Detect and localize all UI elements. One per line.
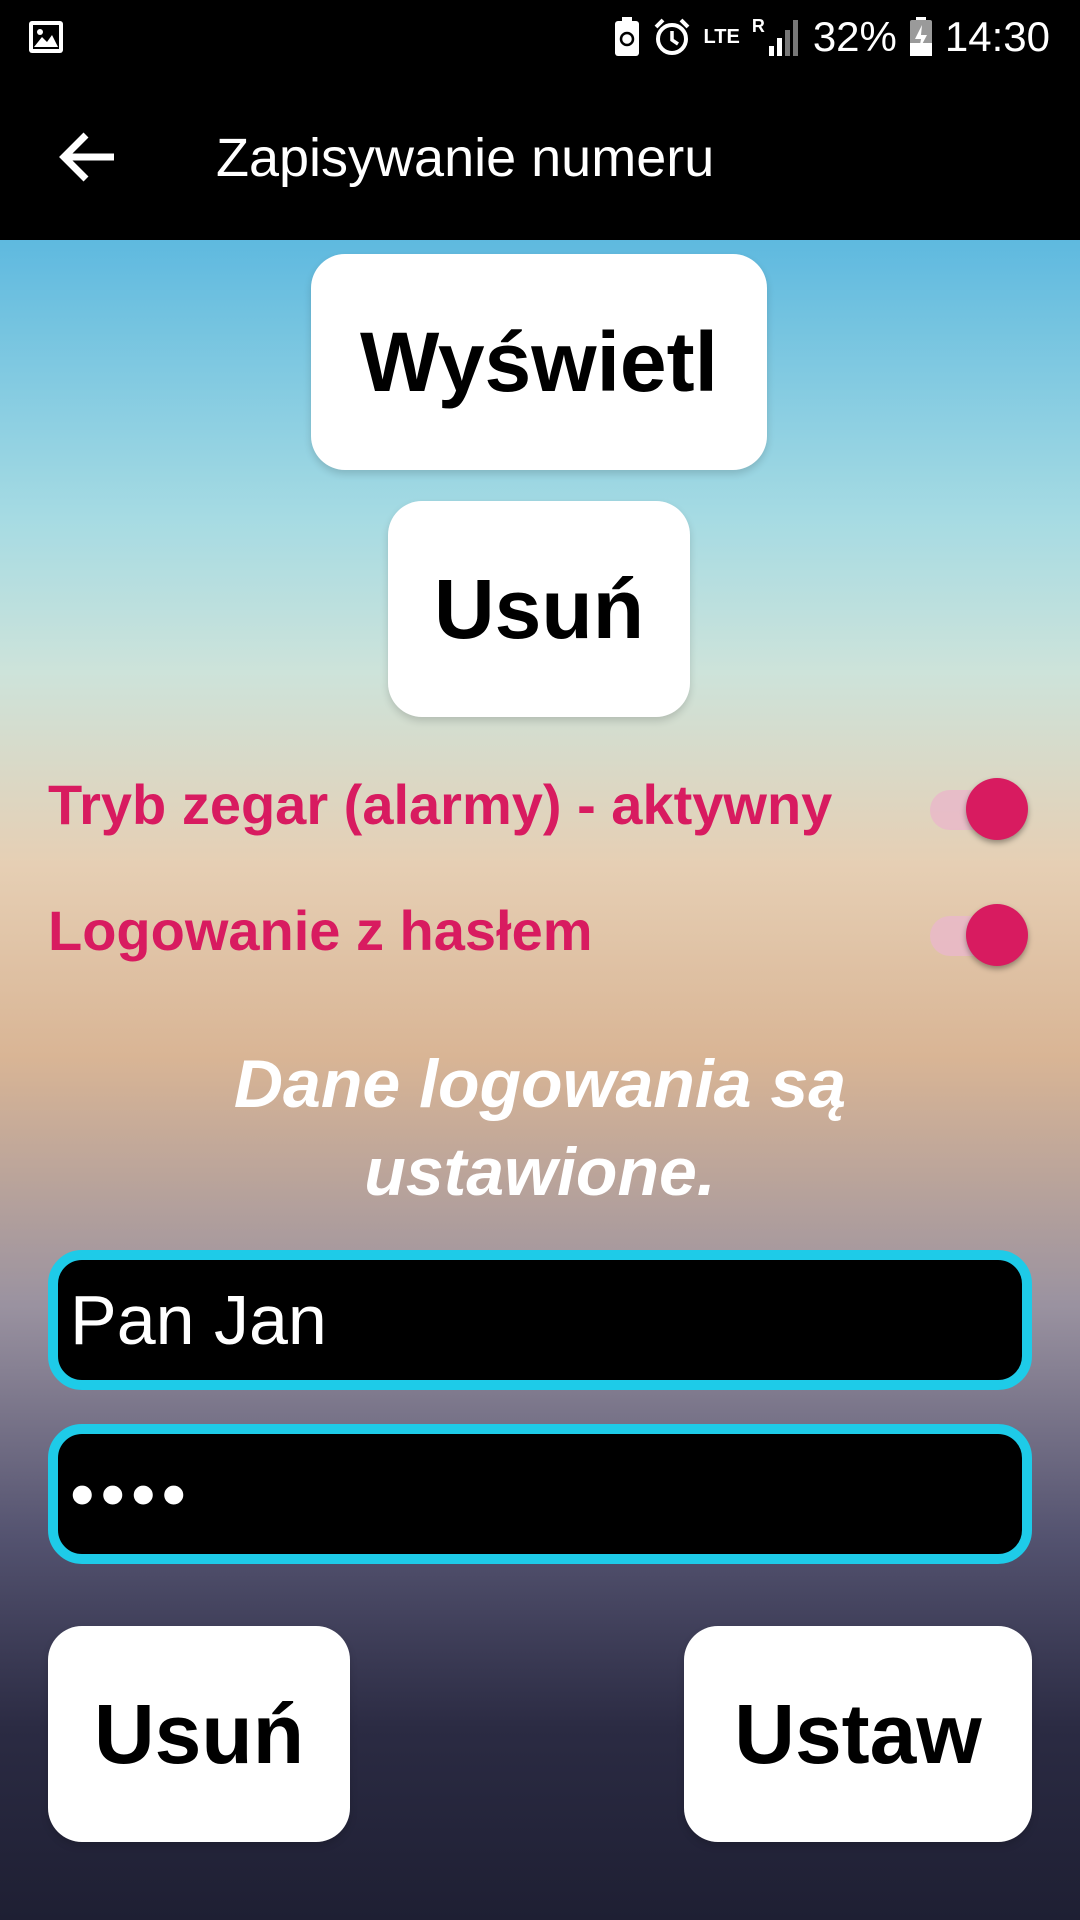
switch-thumb xyxy=(966,778,1028,840)
screen: LTE R 32% 14:30 Zapisywanie numeru Wyświ… xyxy=(0,0,1080,1920)
show-button[interactable]: Wyświetl xyxy=(311,254,767,470)
battery-percent: 32% xyxy=(812,13,897,60)
set-button[interactable]: Ustaw xyxy=(684,1626,1032,1842)
lte-label: LTE xyxy=(703,26,740,48)
page-title: Zapisywanie numeru xyxy=(216,128,715,188)
password-login-switch[interactable] xyxy=(926,898,1028,966)
alarm-icon xyxy=(654,18,689,55)
arrow-back-icon[interactable] xyxy=(48,117,128,197)
clock: 14:30 xyxy=(944,13,1050,60)
delete-button[interactable]: Usuń xyxy=(388,501,690,717)
clock-mode-label: Tryb zegar (alarmy) - aktywny xyxy=(48,772,833,836)
lte-icon: LTE xyxy=(704,27,740,47)
roaming-label: R xyxy=(751,16,765,36)
clock-mode-row: Tryb zegar (alarmy) - aktywny xyxy=(48,764,1032,844)
clock-mode-switch[interactable] xyxy=(926,772,1028,840)
switch-thumb xyxy=(966,904,1028,966)
battery-saver-icon xyxy=(614,17,639,56)
password-login-row: Logowanie z hasłem xyxy=(48,890,1032,970)
app-bar: Zapisywanie numeru xyxy=(0,73,1080,240)
gallery-icon xyxy=(29,21,63,53)
username-field[interactable]: Pan Jan xyxy=(48,1250,1032,1390)
login-status-message: Dane logowania są ustawione. xyxy=(233,1046,847,1210)
signal-icon xyxy=(768,20,798,56)
status-icons: LTE R 32% 14:30 xyxy=(614,10,1050,64)
battery-charging-icon xyxy=(909,17,932,56)
delete-credentials-button[interactable]: Usuń xyxy=(48,1626,350,1842)
status-bar: LTE R 32% 14:30 xyxy=(0,0,1080,73)
password-field[interactable]: •••• xyxy=(48,1424,1032,1564)
password-login-label: Logowanie z hasłem xyxy=(48,898,593,962)
